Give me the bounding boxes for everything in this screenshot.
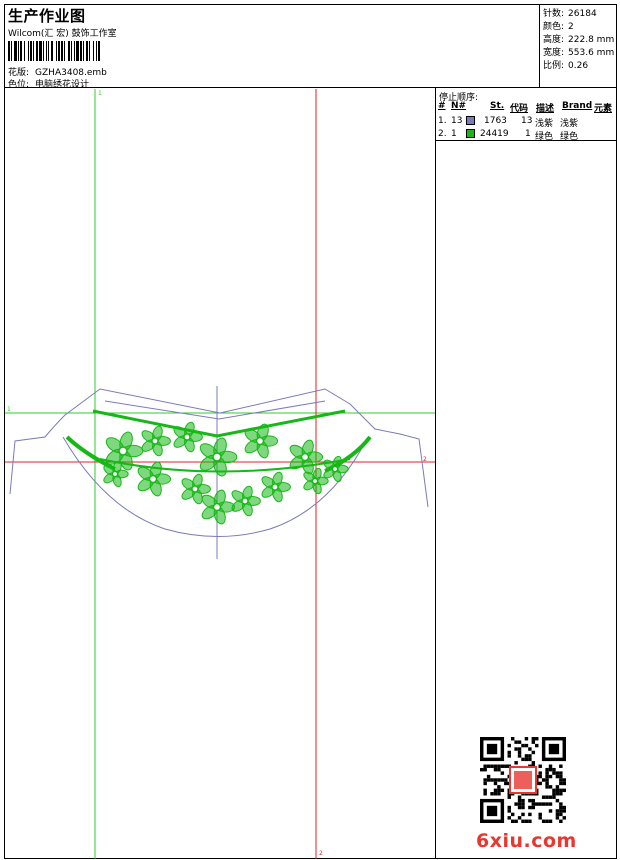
barcode-bar [39, 41, 42, 61]
barcode-bar [98, 41, 100, 61]
barcode-bar [56, 41, 57, 61]
stat-label: 针数: [543, 9, 565, 19]
collar-neckline-band [92, 409, 346, 438]
col-brand: Brand [562, 101, 593, 111]
guide-left-mark: 1 [7, 406, 11, 413]
barcode-bar [96, 41, 97, 61]
stat-value: 222.8 mm [568, 35, 615, 45]
table-bottom-divider [435, 140, 617, 141]
barcode-bar [80, 41, 82, 61]
barcode-bar [36, 41, 38, 61]
barcode-bar [74, 41, 75, 61]
barcode-bar [33, 41, 34, 61]
col-st: St. [490, 101, 505, 111]
barcode-bar [11, 41, 12, 61]
barcode-bar [68, 41, 70, 61]
row-needle: 1 [451, 129, 457, 139]
stat-label: 比例: [543, 61, 565, 71]
barcode-bar [46, 41, 47, 61]
stat-value: 2 [568, 22, 574, 32]
row-stitches: 1763 [484, 116, 507, 126]
barcode-bar [71, 41, 72, 61]
row-brand: 浅紫 [560, 119, 579, 129]
stat-stitches: 针数: 26184 [543, 6, 597, 19]
barcode-bar [58, 41, 60, 61]
barcode-bar [8, 41, 10, 61]
stat-scale: 比例: 0.26 [543, 58, 588, 71]
barcode-bar [51, 41, 53, 61]
barcode-bar [14, 41, 17, 61]
row-num: 1. [438, 116, 447, 126]
barcode-bar [28, 41, 29, 61]
row-stitches: 24419 [480, 129, 509, 139]
guide-top-mark: 1 [98, 90, 102, 97]
color-swatch [466, 129, 475, 138]
color-swatch [466, 116, 475, 125]
barcode-bar [76, 41, 79, 61]
col-num: # [438, 101, 446, 111]
flower-motif [141, 425, 171, 457]
barcode [8, 41, 156, 61]
barcode-bar [86, 41, 88, 61]
stat-value: 26184 [568, 9, 597, 19]
barcode-bar [93, 41, 94, 61]
qr-code [480, 737, 566, 823]
flower-motif [261, 471, 291, 503]
row-code: 1 [525, 129, 531, 139]
barcode-bar [83, 41, 84, 61]
company-name: Wilcom(汇 宏) 鼓饰工作室 [8, 29, 117, 39]
stats-panel: 针数: 26184 颜色: 2 高度: 222.8 mm 宽度: 553.6 mm 比例… [540, 4, 617, 88]
header-panel: 生产作业图 Wilcom(汇 宏) 鼓饰工作室 花版: GZHA3408.emb … [4, 4, 540, 90]
stat-value: 0.26 [568, 61, 589, 71]
barcode-bar [30, 41, 32, 61]
row-needle: 13 [451, 116, 463, 126]
stat-height: 高度: 222.8 mm [543, 32, 614, 45]
col-element: 元素 [594, 104, 613, 114]
embroidery-pattern [65, 409, 372, 525]
barcode-bar [61, 41, 63, 61]
qr-code-graphic [480, 737, 566, 823]
stat-label: 宽度: [543, 48, 565, 58]
stat-label: 颜色: [543, 22, 565, 32]
barcode-bar [24, 41, 25, 61]
flower-motif [201, 489, 236, 525]
guide-bottom-mark: 2 [319, 850, 323, 857]
stat-value: 553.6 mm [568, 48, 615, 58]
barcode-bar [43, 41, 44, 61]
row-num: 2. [438, 129, 447, 139]
col-code: 代码 [510, 104, 529, 114]
flower-motif [244, 423, 279, 459]
stat-label: 高度: [543, 35, 565, 45]
col-n: N# [451, 101, 467, 111]
watermark: 6xiu.com [476, 830, 577, 852]
flower-motif [231, 485, 261, 517]
barcode-bar [64, 41, 65, 61]
barcode-bar [89, 41, 90, 61]
stat-colors: 颜色: 2 [543, 19, 574, 32]
stat-width: 宽度: 553.6 mm [543, 45, 614, 58]
embroidery-design-canvas: 1 1 2 2 [5, 89, 435, 859]
barcode-bar [48, 41, 49, 61]
barcode-bar [18, 41, 19, 61]
barcode-bar [20, 41, 22, 61]
col-desc: 描述 [536, 104, 555, 114]
row-desc: 浅紫 [535, 119, 554, 129]
flower-motif [173, 421, 203, 453]
page-title: 生产作业图 [8, 7, 86, 25]
guide-right-mark: 2 [423, 456, 427, 463]
row-code: 13 [521, 116, 533, 126]
